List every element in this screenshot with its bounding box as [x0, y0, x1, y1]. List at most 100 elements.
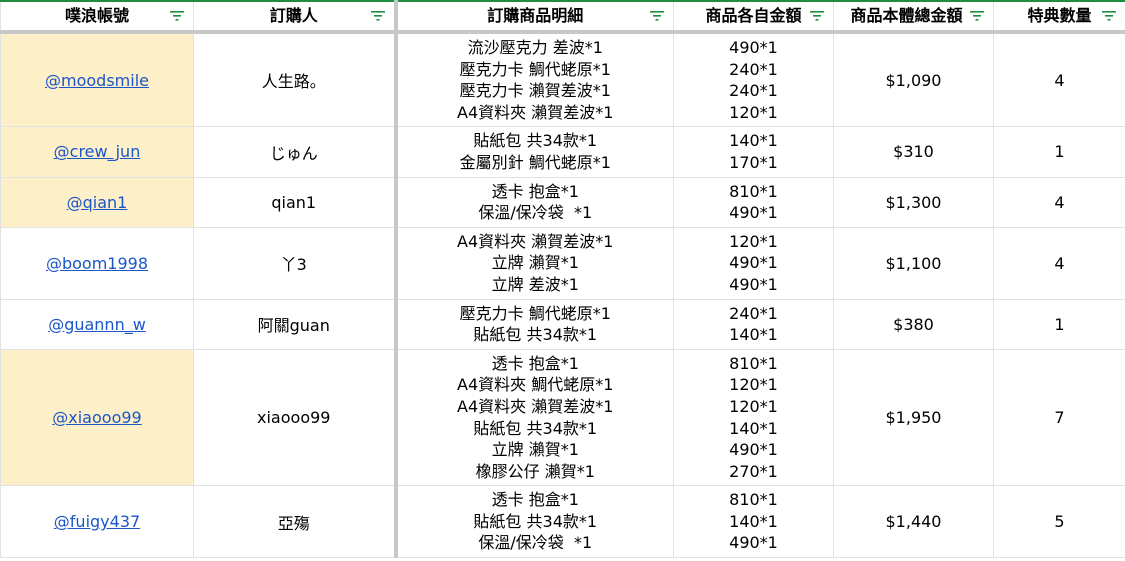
- items-cell[interactable]: 壓克力卡 鯛代蛯原*1 貼紙包 共34款*1: [395, 298, 674, 350]
- buyer-cell[interactable]: 丫3: [193, 226, 398, 300]
- price-line: 120*1: [729, 102, 778, 122]
- filter-icon[interactable]: [169, 10, 185, 22]
- total-cell[interactable]: $380: [833, 298, 994, 350]
- prices-cell[interactable]: 120*1 490*1 490*1: [673, 226, 834, 300]
- prices-cell[interactable]: 240*1 140*1: [673, 298, 834, 350]
- item-line: 壓克力卡 瀨賀差波*1: [459, 81, 611, 101]
- header-total[interactable]: 商品本體總金額: [833, 0, 994, 34]
- bonus-cell[interactable]: 4: [993, 226, 1125, 300]
- prices-cell[interactable]: 810*1 120*1 120*1 140*1 490*1 270*1: [673, 348, 834, 487]
- filter-icon[interactable]: [969, 10, 985, 22]
- header-items-label: 訂購商品明細: [487, 6, 584, 25]
- price-line: 140*1: [729, 325, 778, 345]
- spreadsheet: 噗浪帳號 訂購人 訂購商品明細 商品各自金額 商品本體總金額 特典數量 @moo…: [0, 0, 1125, 561]
- total-cell[interactable]: $1,440: [833, 485, 994, 559]
- account-link[interactable]: @qian1: [67, 193, 128, 212]
- header-row: 噗浪帳號 訂購人 訂購商品明細 商品各自金額 商品本體總金額 特典數量: [0, 0, 1125, 34]
- header-prices[interactable]: 商品各自金額: [673, 0, 834, 34]
- table-row: @crew_jun じゅん 貼紙包 共34款*1 金屬別針 鯛代蛯原*1 140*1 17…: [0, 126, 1125, 178]
- price-line: 240*1: [729, 303, 778, 323]
- price-line: 140*1: [729, 511, 778, 531]
- price-line: 240*1: [729, 59, 778, 79]
- filter-icon[interactable]: [649, 10, 665, 22]
- header-buyer-label: 訂購人: [269, 6, 318, 25]
- buyer-cell[interactable]: qian1: [193, 176, 398, 228]
- filter-icon[interactable]: [370, 10, 386, 22]
- account-link[interactable]: @guannn_w: [48, 315, 146, 334]
- prices-cell[interactable]: 490*1 240*1 240*1 120*1: [673, 31, 834, 128]
- account-cell[interactable]: @qian1: [0, 176, 194, 228]
- account-link[interactable]: @xiaooo99: [52, 408, 141, 427]
- buyer-cell[interactable]: 阿關guan: [193, 298, 398, 350]
- items-cell[interactable]: 透卡 抱盒*1 貼紙包 共34款*1 保溫/保冷袋 *1: [395, 485, 674, 559]
- items-cell[interactable]: 貼紙包 共34款*1 金屬別針 鯛代蛯原*1: [395, 126, 674, 178]
- prices-cell[interactable]: 810*1 490*1: [673, 176, 834, 228]
- total-cell[interactable]: $1,090: [833, 31, 994, 128]
- item-line: 立牌 瀨賀*1: [491, 253, 579, 273]
- buyer-cell[interactable]: じゅん: [193, 126, 398, 178]
- table-row: @moodsmile 人生路。 流沙壓克力 差波*1 壓克力卡 鯛代蛯原*1 壓克力卡 …: [0, 31, 1125, 128]
- header-buyer[interactable]: 訂購人: [193, 0, 398, 34]
- price-line: 120*1: [729, 396, 778, 416]
- account-link[interactable]: @moodsmile: [45, 71, 149, 90]
- account-cell[interactable]: @fuigy437: [0, 485, 194, 559]
- header-account[interactable]: 噗浪帳號: [0, 0, 194, 34]
- account-link[interactable]: @crew_jun: [54, 142, 141, 161]
- table-row: @boom1998 丫3 A4資料夾 瀨賀差波*1 立牌 瀨賀*1 立牌 差波*1 120…: [0, 226, 1125, 300]
- account-cell[interactable]: @guannn_w: [0, 298, 194, 350]
- filter-icon[interactable]: [809, 10, 825, 22]
- table-row: @xiaooo99 xiaooo99 透卡 抱盒*1 A4資料夾 鯛代蛯原*1 A4資料…: [0, 348, 1125, 487]
- buyer-cell[interactable]: 人生路。: [193, 31, 398, 128]
- table-row: @qian1 qian1 透卡 抱盒*1 保溫/保冷袋 *1 810*1 490*1 $1,…: [0, 176, 1125, 228]
- header-prices-label: 商品各自金額: [705, 6, 802, 25]
- item-line: 貼紙包 共34款*1: [473, 325, 598, 345]
- item-line: 透卡 抱盒*1: [491, 490, 579, 510]
- total-cell[interactable]: $1,100: [833, 226, 994, 300]
- prices-cell[interactable]: 810*1 140*1 490*1: [673, 485, 834, 559]
- price-line: 490*1: [729, 440, 778, 460]
- price-line: 490*1: [729, 203, 778, 223]
- item-line: 流沙壓克力 差波*1: [467, 38, 603, 57]
- header-bonus-label: 特典數量: [1027, 6, 1092, 25]
- items-cell[interactable]: 透卡 抱盒*1 保溫/保冷袋 *1: [395, 176, 674, 228]
- price-line: 810*1: [729, 490, 778, 510]
- item-line: 貼紙包 共34款*1: [473, 511, 598, 531]
- prices-cell[interactable]: 140*1 170*1: [673, 126, 834, 178]
- item-line: 貼紙包 共34款*1: [473, 418, 598, 438]
- account-cell[interactable]: @xiaooo99: [0, 348, 194, 487]
- item-line: A4資料夾 瀨賀差波*1: [457, 231, 614, 251]
- account-link[interactable]: @boom1998: [46, 254, 148, 273]
- price-line: 140*1: [729, 131, 778, 151]
- account-link[interactable]: @fuigy437: [54, 512, 140, 531]
- item-line: 立牌 差波*1: [491, 274, 579, 294]
- total-cell[interactable]: $1,950: [833, 348, 994, 487]
- price-line: 120*1: [729, 231, 778, 251]
- items-cell[interactable]: 流沙壓克力 差波*1 壓克力卡 鯛代蛯原*1 壓克力卡 瀨賀差波*1 A4資料夾 瀨賀…: [395, 31, 674, 128]
- account-cell[interactable]: @boom1998: [0, 226, 194, 300]
- item-line: 透卡 抱盒*1: [491, 181, 579, 201]
- items-cell[interactable]: A4資料夾 瀨賀差波*1 立牌 瀨賀*1 立牌 差波*1: [395, 226, 674, 300]
- account-cell[interactable]: @moodsmile: [0, 31, 194, 128]
- price-line: 810*1: [729, 353, 778, 373]
- item-line: 金屬別針 鯛代蛯原*1: [459, 152, 611, 172]
- header-bonus[interactable]: 特典數量: [993, 0, 1125, 34]
- total-cell[interactable]: $310: [833, 126, 994, 178]
- item-line: 透卡 抱盒*1: [491, 353, 579, 373]
- total-cell[interactable]: $1,300: [833, 176, 994, 228]
- buyer-cell[interactable]: xiaooo99: [193, 348, 398, 487]
- buyer-cell[interactable]: 亞殤: [193, 485, 398, 559]
- item-line: A4資料夾 瀨賀差波*1: [457, 102, 614, 122]
- filter-icon[interactable]: [1101, 10, 1117, 22]
- orders-table: 噗浪帳號 訂購人 訂購商品明細 商品各自金額 商品本體總金額 特典數量 @moo…: [0, 0, 1125, 559]
- bonus-cell[interactable]: 1: [993, 298, 1125, 350]
- account-cell[interactable]: @crew_jun: [0, 126, 194, 178]
- items-cell[interactable]: 透卡 抱盒*1 A4資料夾 鯛代蛯原*1 A4資料夾 瀨賀差波*1 貼紙包 共34款*…: [395, 348, 674, 487]
- header-items[interactable]: 訂購商品明細: [395, 0, 674, 34]
- price-line: 140*1: [729, 418, 778, 438]
- bonus-cell[interactable]: 1: [993, 126, 1125, 178]
- bonus-cell[interactable]: 5: [993, 485, 1125, 559]
- bonus-cell[interactable]: 4: [993, 31, 1125, 128]
- table-body: @moodsmile 人生路。 流沙壓克力 差波*1 壓克力卡 鯛代蛯原*1 壓克力卡 …: [0, 31, 1125, 559]
- bonus-cell[interactable]: 4: [993, 176, 1125, 228]
- bonus-cell[interactable]: 7: [993, 348, 1125, 487]
